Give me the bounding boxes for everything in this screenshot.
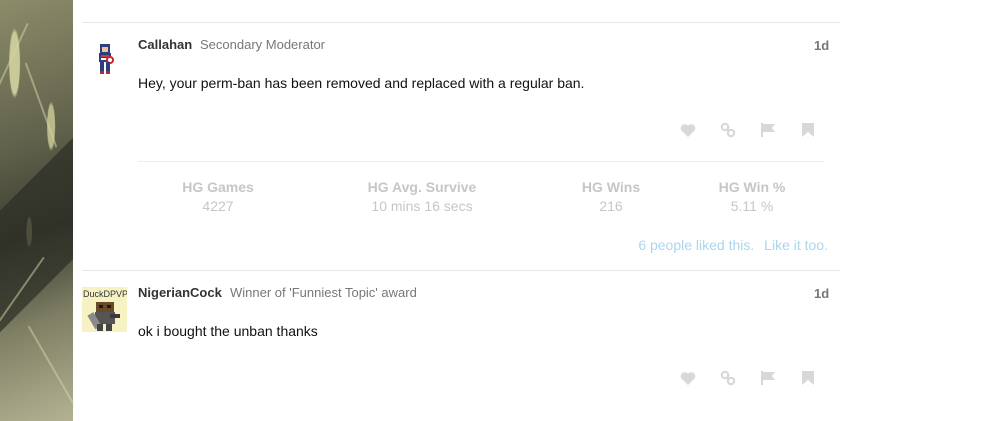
- link-icon: [720, 370, 736, 386]
- heart-icon: [680, 371, 696, 385]
- post-author[interactable]: NigerianCock: [138, 285, 222, 300]
- stats-divider: [138, 161, 824, 162]
- stat-hg-games: HG Games 4227: [168, 179, 268, 214]
- share-link-button[interactable]: [708, 368, 748, 388]
- wallpaper-vine: [0, 22, 29, 88]
- user-title: Winner of 'Funniest Topic' award: [230, 285, 417, 300]
- wallpaper-shadow: [0, 120, 73, 350]
- background-wallpaper: [0, 0, 75, 421]
- stat-label: HG Avg. Survive: [367, 179, 477, 195]
- stat-value: 10 mins 16 secs: [371, 198, 473, 214]
- heart-icon: [680, 123, 696, 137]
- post-actions: [668, 120, 828, 140]
- post-body: Hey, your perm-ban has been removed and …: [138, 75, 585, 91]
- bookmark-icon: [802, 123, 814, 137]
- like-button[interactable]: [668, 120, 708, 140]
- post-author[interactable]: Callahan: [138, 37, 192, 52]
- post-divider: [82, 270, 840, 271]
- likes-summary: 6 people liked this. Like it too.: [638, 237, 828, 253]
- likes-count-link[interactable]: 6 people liked this.: [638, 237, 754, 253]
- stat-hg-avg-survive: HG Avg. Survive 10 mins 16 secs: [352, 179, 492, 214]
- flag-button[interactable]: [748, 120, 788, 140]
- flag-button[interactable]: [748, 368, 788, 388]
- bookmark-button[interactable]: [788, 368, 828, 388]
- flag-icon: [761, 371, 775, 385]
- captain-avatar-icon: [99, 44, 114, 74]
- stat-value: 5.11 %: [730, 198, 774, 214]
- flag-icon: [761, 123, 775, 137]
- avatar[interactable]: [94, 42, 116, 76]
- stat-label: HG Games: [182, 179, 254, 195]
- user-title: Secondary Moderator: [200, 37, 326, 52]
- stat-hg-wins: HG Wins 216: [561, 179, 661, 214]
- duck-avatar-icon: [87, 302, 120, 331]
- bookmark-icon: [802, 371, 814, 385]
- bookmark-button[interactable]: [788, 120, 828, 140]
- post-date[interactable]: 1d: [814, 286, 829, 301]
- avatar[interactable]: DuckDPVP: [82, 287, 127, 332]
- stat-label: HG Win %: [718, 179, 786, 195]
- link-icon: [720, 122, 736, 138]
- stat-hg-win-percent: HG Win % 5.11 %: [702, 179, 802, 214]
- post-body: ok i bought the unban thanks: [138, 323, 318, 339]
- stat-value: 216: [599, 198, 623, 214]
- post-date[interactable]: 1d: [814, 38, 829, 53]
- stat-label: HG Wins: [581, 179, 641, 195]
- post-actions: [668, 368, 828, 388]
- stat-value: 4227: [202, 198, 234, 214]
- like-button[interactable]: [668, 368, 708, 388]
- share-link-button[interactable]: [708, 120, 748, 140]
- divider: [82, 22, 840, 23]
- like-it-too-link[interactable]: Like it too.: [764, 237, 828, 253]
